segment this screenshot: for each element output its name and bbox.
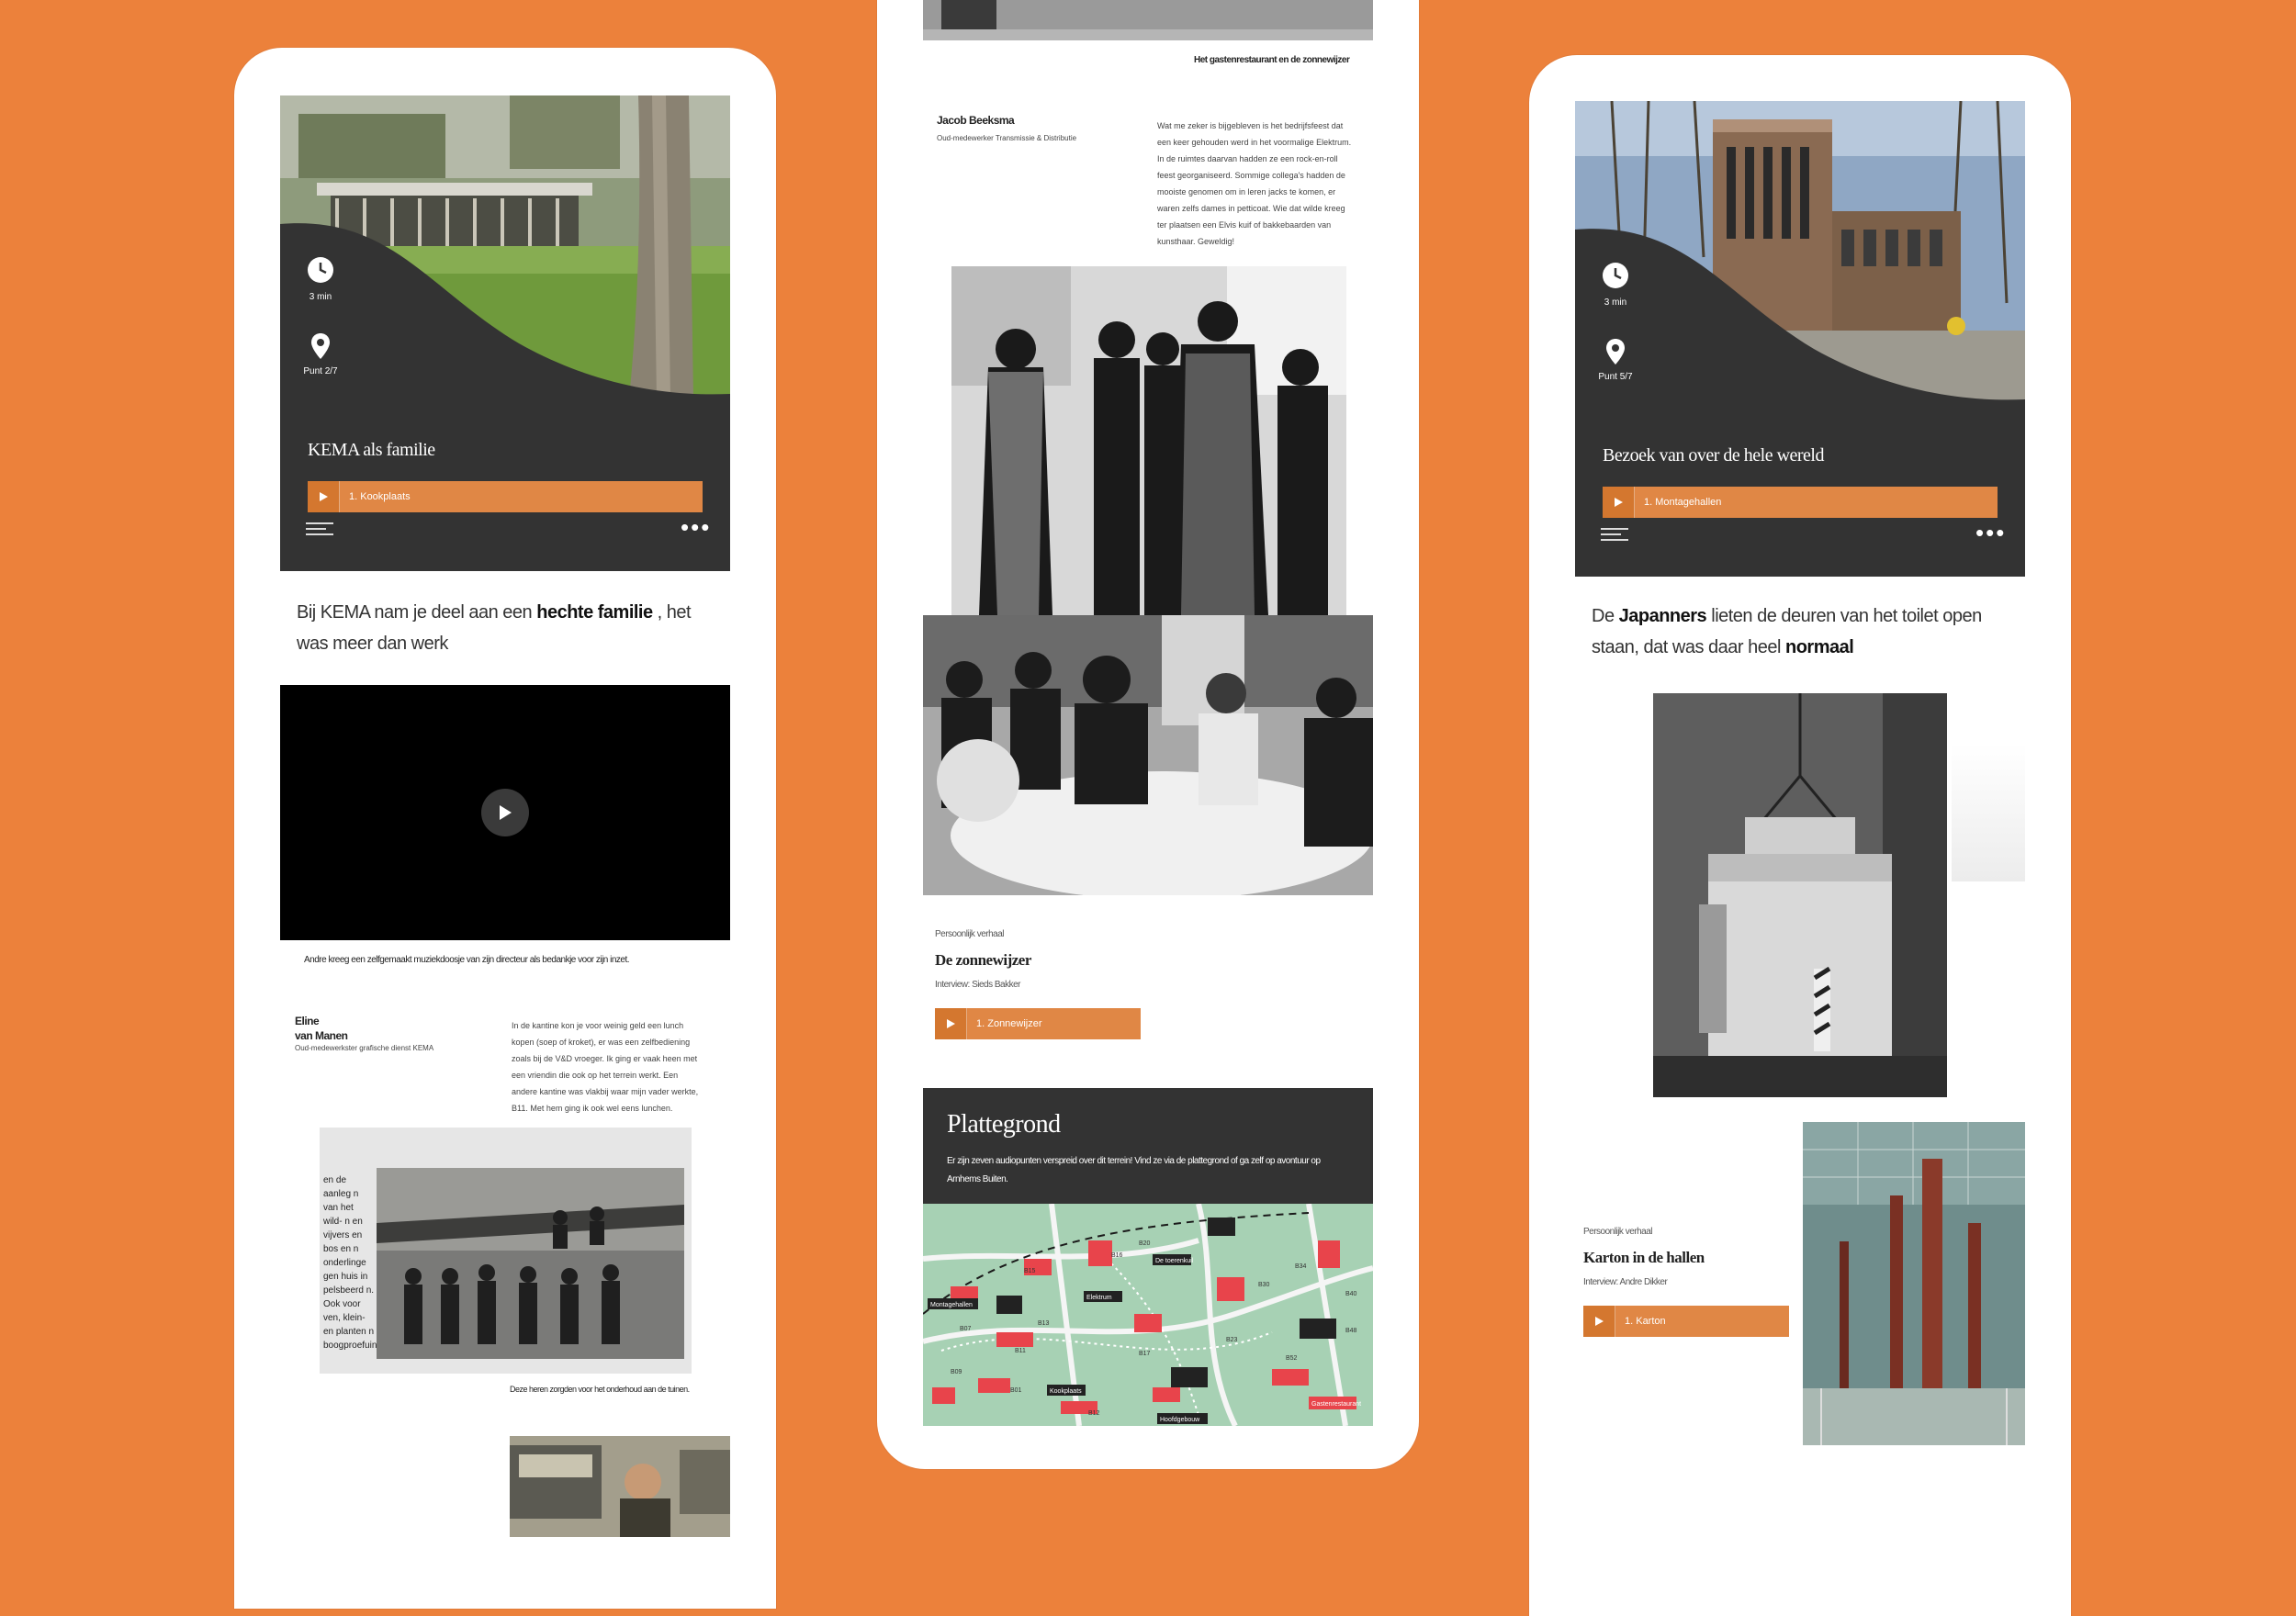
svg-text:B12: B12	[1088, 1410, 1100, 1417]
audio-track-label: 1. Karton	[1625, 1316, 1666, 1327]
hero-curve-shape	[1575, 229, 2025, 404]
audio-player[interactable]: 1. Kookplaats	[308, 481, 703, 512]
audio-player[interactable]: 1. Zonnewijzer	[935, 1008, 1141, 1039]
point-meta: Punt 5/7	[1597, 338, 1634, 382]
svg-text:B48: B48	[1345, 1328, 1357, 1334]
story-kicker: Persoonlijk verhaal	[1583, 1227, 1653, 1237]
phone-screen-left: 3 min Punt 2/7 KEMA als familie 1. Kookp…	[234, 48, 776, 1609]
story-kicker: Persoonlijk verhaal	[935, 929, 1005, 939]
map-label-hoofdgebouw: Hoofdgebouw	[1160, 1417, 1200, 1423]
person-name: Jacob Beeksma	[937, 114, 1015, 127]
phone-screen-right: 3 min Punt 5/7 Bezoek van over de hele w…	[1529, 55, 2071, 1616]
hero-card: 3 min Punt 2/7 KEMA als familie 1. Kookp…	[280, 95, 730, 571]
page-title: Bezoek van over de hele wereld	[1603, 445, 1825, 466]
play-button[interactable]	[1583, 1306, 1615, 1337]
location-pin-icon	[311, 333, 330, 359]
clock-icon	[1603, 263, 1628, 288]
person-name: Eline van Manen	[295, 1015, 348, 1042]
map-label-montagehallen: Montagehallen	[930, 1302, 973, 1308]
svg-text:B20: B20	[1139, 1240, 1151, 1247]
story-title: Karton in de hallen	[1583, 1249, 1705, 1266]
play-icon	[947, 1019, 955, 1028]
story-text: Wat me zeker is bijgebleven is het bedri…	[1157, 121, 1352, 246]
archive-photo-hall	[1803, 1122, 2025, 1445]
play-button[interactable]	[1603, 487, 1635, 518]
pull-quote: De Japanners lieten de deuren van het to…	[1592, 606, 1982, 657]
map-label-elektrum: Elektrum	[1086, 1295, 1112, 1301]
more-dots-icon[interactable]: •••	[681, 515, 711, 539]
svg-text:B15: B15	[1024, 1268, 1036, 1274]
svg-text:B07: B07	[960, 1326, 972, 1332]
location-pin-icon	[1606, 339, 1625, 365]
clock-icon	[308, 257, 333, 283]
svg-text:B52: B52	[1286, 1355, 1298, 1362]
archive-photo-dinner	[923, 615, 1373, 895]
duration-meta: 3 min	[302, 256, 339, 302]
play-button[interactable]	[308, 481, 340, 512]
site-map[interactable]: Montagehallen Elektrum De toerenkuil Koo…	[923, 1204, 1373, 1426]
archive-photo-gardeners: en de aanleg n van het wild- n en vijver…	[320, 1128, 692, 1374]
photo-caption: Deze heren zorgden voor het onderhoud aa…	[510, 1385, 690, 1394]
video-player[interactable]	[280, 685, 730, 940]
photo-side-text: en de aanleg n van het wild- n en vijver…	[323, 1175, 380, 1351]
story-interview: Interview: Sieds Bakker	[935, 980, 1021, 990]
story-interview: Interview: Andre Dikker	[1583, 1277, 1668, 1287]
archive-photo-party	[951, 266, 1346, 615]
svg-text:B23: B23	[1226, 1337, 1238, 1343]
map-label-toerenkuil: De toerenkuil	[1155, 1258, 1194, 1264]
archive-photo-technician	[510, 1436, 730, 1537]
person-role: Oud-medewerkster grafische dienst KEMA	[295, 1044, 434, 1052]
duration-meta: 3 min	[1597, 262, 1634, 308]
point-meta: Punt 2/7	[302, 332, 339, 376]
duration-text: 3 min	[309, 292, 332, 302]
video-play-button[interactable]	[481, 789, 529, 836]
play-icon	[1615, 498, 1623, 507]
play-icon	[500, 805, 512, 820]
svg-text:B16: B16	[1111, 1252, 1123, 1259]
story-text: In de kantine kon je voor weinig geld ee…	[512, 1021, 699, 1113]
map-title: Plattegrond	[947, 1110, 1061, 1139]
play-button[interactable]	[935, 1008, 967, 1039]
map-label-gastenrestaurant: Gastenrestaurant	[1311, 1401, 1361, 1408]
point-text: Punt 5/7	[1598, 372, 1633, 382]
svg-text:B01: B01	[1010, 1387, 1022, 1394]
svg-text:B09: B09	[951, 1369, 962, 1375]
duration-text: 3 min	[1604, 297, 1627, 308]
page-title: KEMA als familie	[308, 440, 435, 460]
video-caption: Andre kreeg een zelfgemaakt muziekdoosje…	[304, 955, 630, 965]
story-title: De zonnewijzer	[935, 951, 1031, 969]
point-text: Punt 2/7	[303, 366, 338, 376]
archive-photo-sundial	[923, 0, 1373, 40]
audio-player[interactable]: 1. Montagehallen	[1603, 487, 1998, 518]
play-icon	[1595, 1317, 1604, 1326]
svg-text:B30: B30	[1258, 1282, 1270, 1288]
svg-text:B40: B40	[1345, 1291, 1357, 1297]
audio-track-label: 1. Montagehallen	[1644, 497, 1722, 508]
text-lines-icon[interactable]	[306, 522, 333, 539]
hero-curve-shape	[280, 223, 730, 398]
audio-player[interactable]: 1. Karton	[1583, 1306, 1789, 1337]
hero-card: 3 min Punt 5/7 Bezoek van over de hele w…	[1575, 101, 2025, 577]
map-description: Er zijn zeven audiopunten verspreid over…	[947, 1156, 1321, 1184]
map-header: Plattegrond Er zijn zeven audiopunten ve…	[923, 1088, 1373, 1204]
pull-quote: Bij KEMA nam je deel aan een hechte fami…	[297, 602, 692, 654]
audio-track-label: 1. Kookplaats	[349, 491, 411, 502]
photo-caption-top: Het gastenrestaurant en de zonnewijzer	[1194, 55, 1350, 65]
archive-photo-transformer	[1653, 693, 1947, 1097]
play-icon	[320, 492, 328, 501]
svg-text:B11: B11	[1015, 1348, 1026, 1354]
svg-text:B13: B13	[1038, 1320, 1050, 1327]
map-label-kookplaats: Kookplaats	[1050, 1388, 1082, 1395]
audio-track-label: 1. Zonnewijzer	[976, 1018, 1042, 1029]
text-lines-icon[interactable]	[1601, 528, 1628, 544]
more-dots-icon[interactable]: •••	[1975, 521, 2006, 544]
person-role: Oud-medewerker Transmissie & Distributie	[937, 134, 1077, 142]
phone-screen-middle: Het gastenrestaurant en de zonnewijzer J…	[877, 0, 1419, 1469]
svg-text:B17: B17	[1139, 1351, 1151, 1357]
svg-text:B34: B34	[1295, 1263, 1307, 1270]
